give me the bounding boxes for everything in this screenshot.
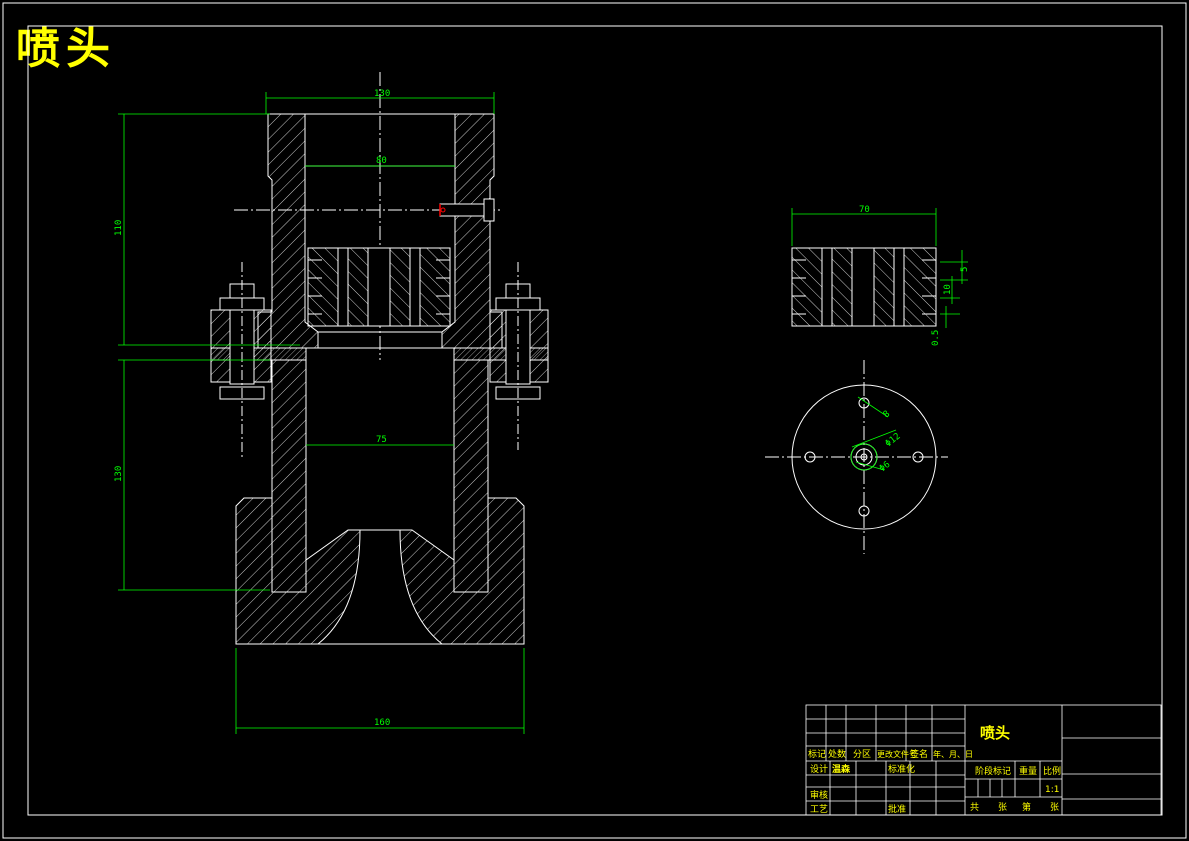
tb-row-label-4: 签名 xyxy=(910,748,928,760)
tb-scale-label: 比例 xyxy=(1043,765,1061,777)
tb-standardization-label: 标准化 xyxy=(888,763,915,775)
tb-row-label-2: 分区 xyxy=(853,749,871,760)
tb-review-label: 审核 xyxy=(810,789,828,801)
dim-plan-center: Φ12 xyxy=(884,431,903,449)
gasket-right xyxy=(453,347,549,361)
tb-designer: 温森 xyxy=(832,763,851,775)
dim-upper-bore: 80 xyxy=(376,156,387,166)
inner-frame xyxy=(27,25,1163,816)
tb-stage-label: 阶段标记 xyxy=(975,765,1011,777)
tb-sheets-unit-label: 张 xyxy=(998,802,1007,813)
tb-row-label-0: 标记 xyxy=(808,748,826,760)
dim-upper-height: 110 xyxy=(114,220,124,236)
tb-weight-label: 重量 xyxy=(1019,765,1037,777)
tb-sheet-label: 第 xyxy=(1022,801,1031,813)
dim-nozzle-width: 70 xyxy=(859,205,870,215)
title-block-part-name: 喷头 xyxy=(980,724,1010,742)
plan-dimensions xyxy=(850,396,897,471)
dim-nozzle-pitch-1: 5 xyxy=(960,267,970,272)
dim-lower-height: 130 xyxy=(114,466,124,482)
lower-wall-left xyxy=(271,359,307,593)
dim-top-width: 130 xyxy=(374,89,390,99)
tb-sheets-total-label: 共 xyxy=(970,802,979,813)
tb-sheet-unit-label: 张 xyxy=(1050,802,1059,813)
tb-row-label-1: 处数 xyxy=(828,748,846,760)
tb-process-label: 工艺 xyxy=(810,804,828,815)
lower-wall-right xyxy=(453,359,489,593)
nozzle-side-view xyxy=(791,247,937,327)
tb-scale-value: 1:1 xyxy=(1045,785,1059,795)
dim-nozzle-pitch-2: 10 xyxy=(943,284,953,295)
title-block xyxy=(805,704,1162,816)
outer-frame xyxy=(2,2,1187,839)
dim-plan-inner: Φ6 xyxy=(878,460,893,475)
cad-drawing: 130 80 110 130 75 160 70 5 10 0.5 8 Φ12 … xyxy=(2,2,1187,839)
nozzle-plan-view xyxy=(765,360,948,554)
tb-row-label-5: 年、月、日 xyxy=(933,749,973,759)
nozzle-insert xyxy=(307,247,451,327)
tb-design-label: 设计 xyxy=(810,763,828,775)
dim-lower-bore: 75 xyxy=(376,435,387,445)
gasket-left xyxy=(210,347,307,361)
dim-plan-hole: 8 xyxy=(882,409,892,420)
tb-approve-label: 批准 xyxy=(888,803,906,815)
dim-nozzle-pitch-3: 0.5 xyxy=(931,330,941,346)
dim-base-width: 160 xyxy=(374,718,390,728)
